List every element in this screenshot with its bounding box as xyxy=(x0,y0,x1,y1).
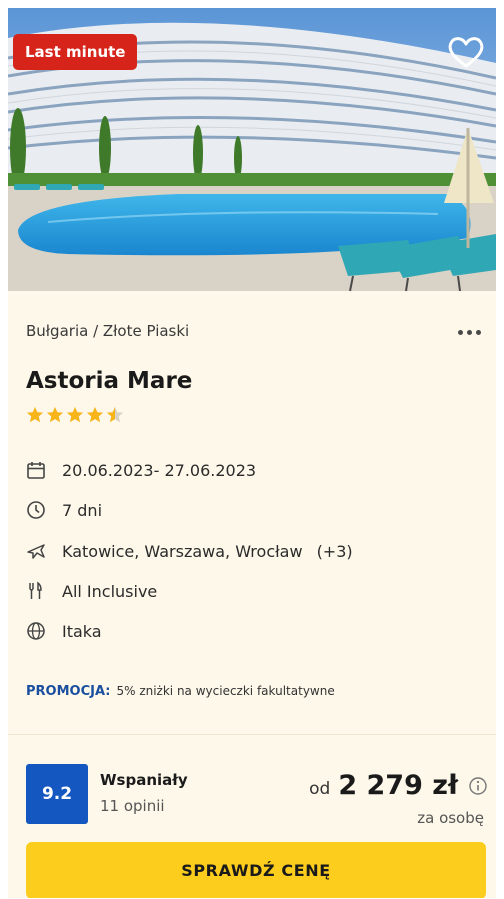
divider xyxy=(8,734,496,735)
rating-word: Wspaniały xyxy=(100,771,188,789)
globe-icon xyxy=(26,621,46,641)
info-icon[interactable] xyxy=(468,776,488,796)
operator-row: Itaka xyxy=(26,621,102,641)
heart-icon[interactable] xyxy=(446,34,486,70)
price-block: od 2 279 zł xyxy=(309,770,488,801)
board-row: All Inclusive xyxy=(26,581,157,601)
hotel-name[interactable]: Astoria Mare xyxy=(26,368,192,394)
star-icon xyxy=(86,406,104,423)
price-unit: za osobę xyxy=(417,809,484,827)
location: Bułgaria / Złote Piaski xyxy=(26,322,190,340)
check-price-button[interactable]: SPRAWDŹ CENĘ xyxy=(26,842,486,898)
half-star-icon xyxy=(106,406,124,423)
star-rating xyxy=(26,406,124,424)
clock-icon xyxy=(26,500,46,520)
duration-row: 7 dni xyxy=(26,500,102,520)
calendar-icon xyxy=(26,460,46,480)
duration-text: 7 dni xyxy=(62,500,103,520)
star-icon xyxy=(26,406,44,423)
departures-row: Katowice, Warszawa, Wrocław (+3) xyxy=(26,541,353,561)
plane-icon xyxy=(26,541,46,561)
score-badge: 9.2 xyxy=(26,764,88,824)
operator-text: Itaka xyxy=(62,621,102,641)
price-prefix: od xyxy=(309,779,331,799)
offer-card[interactable]: Last minute Bułgaria / Złote Piaski Asto… xyxy=(8,8,496,898)
reviews-link[interactable]: 11 opinii xyxy=(100,797,165,815)
departures-text: Katowice, Warszawa, Wrocław xyxy=(62,541,303,561)
cutlery-icon xyxy=(26,581,46,601)
star-icon xyxy=(46,406,64,423)
dates-row: 20.06.2023- 27.06.2023 xyxy=(26,460,256,480)
promo-text: 5% zniżki na wycieczki fakultatywne xyxy=(116,684,335,698)
board-text: All Inclusive xyxy=(62,581,158,601)
departures-more[interactable]: (+3) xyxy=(317,542,353,561)
more-dots-icon[interactable] xyxy=(451,323,487,341)
price-amount: 2 279 zł xyxy=(338,770,458,801)
star-icon xyxy=(66,406,84,423)
hotel-photo[interactable]: Last minute xyxy=(8,8,496,291)
promo: PROMOCJA: 5% zniżki na wycieczki fakultat… xyxy=(26,684,335,699)
dates-text: 20.06.2023- 27.06.2023 xyxy=(62,460,257,480)
last-minute-badge: Last minute xyxy=(13,34,138,70)
promo-label: PROMOCJA: xyxy=(26,684,111,699)
